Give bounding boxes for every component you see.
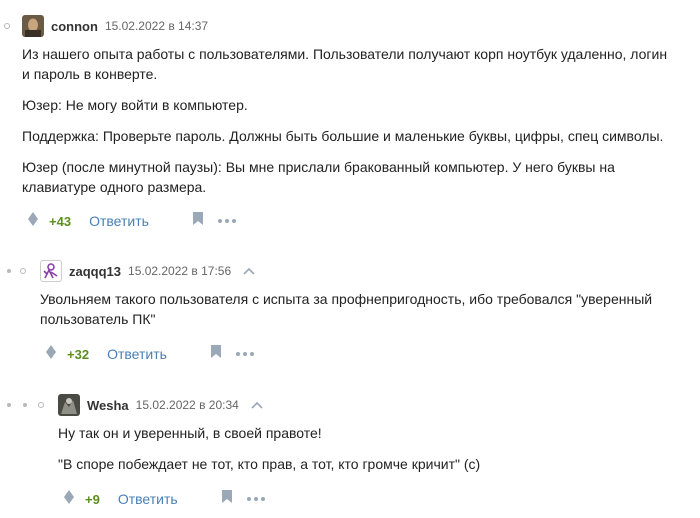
comment-body: Из нашего опыта работы с пользователями.… [22, 44, 672, 208]
rating-diamond-icon[interactable] [63, 489, 75, 510]
comment-actions: +9 Ответить [63, 488, 265, 510]
more-icon[interactable] [235, 352, 254, 356]
thread-dot[interactable] [20, 268, 26, 274]
reply-button[interactable]: Ответить [89, 213, 149, 229]
bookmark-icon[interactable] [221, 489, 233, 509]
comment-date[interactable]: 15.02.2022 в 17:56 [128, 264, 231, 278]
comment-score: +43 [49, 213, 72, 229]
thread-dot[interactable] [4, 23, 10, 29]
comment-actions: +43 Ответить [27, 210, 236, 232]
comment-score: +32 [67, 346, 90, 362]
comment-header: connon 15.02.2022 в 14:37 [22, 14, 208, 38]
bookmark-icon[interactable] [192, 211, 204, 231]
avatar[interactable] [40, 260, 62, 282]
comment-date[interactable]: 15.02.2022 в 14:37 [105, 19, 208, 33]
author-name[interactable]: connon [51, 19, 98, 34]
rating-diamond-icon[interactable] [27, 211, 39, 232]
thread-dot[interactable] [7, 269, 11, 273]
comment-actions: +32 Ответить [45, 343, 254, 365]
comment-score: +9 [85, 491, 100, 507]
comment-paragraph: "В споре побеждает не тот, кто прав, а т… [58, 456, 481, 472]
collapse-chevron-icon[interactable] [251, 398, 263, 412]
comment-paragraph: Увольняем такого пользователя с испыта з… [40, 291, 653, 327]
rating-diamond-icon[interactable] [45, 344, 57, 365]
thread-dot[interactable] [23, 403, 27, 407]
bookmark-icon[interactable] [210, 344, 222, 364]
avatar[interactable] [22, 15, 44, 37]
more-icon[interactable] [246, 497, 265, 501]
avatar[interactable] [58, 394, 80, 416]
comment-paragraph: Юзер (после минутной паузы): Вы мне прис… [22, 159, 615, 195]
collapse-chevron-icon[interactable] [243, 264, 255, 278]
comment-paragraph: Ну так он и уверенный, в своей правоте! [58, 425, 322, 441]
more-icon[interactable] [217, 219, 236, 223]
comment-body: Ну так он и уверенный, в своей правоте! … [58, 423, 678, 485]
reply-button[interactable]: Ответить [107, 346, 167, 362]
thread-dot[interactable] [7, 403, 11, 407]
comment-paragraph: Поддержка: Проверьте пароль. Должны быть… [22, 128, 664, 144]
comment-date[interactable]: 15.02.2022 в 20:34 [136, 398, 239, 412]
comment-header: zaqqq13 15.02.2022 в 17:56 [40, 259, 255, 283]
comment-paragraph: Из нашего опыта работы с пользователями.… [22, 46, 668, 82]
comment-body: Увольняем такого пользователя с испыта з… [40, 289, 660, 340]
comment-header: Wesha 15.02.2022 в 20:34 [58, 393, 263, 417]
thread-dot[interactable] [38, 402, 44, 408]
comment-paragraph: Юзер: Не могу войти в компьютер. [22, 97, 248, 113]
author-name[interactable]: Wesha [87, 398, 129, 413]
reply-button[interactable]: Ответить [118, 491, 178, 507]
author-name[interactable]: zaqqq13 [69, 264, 121, 279]
